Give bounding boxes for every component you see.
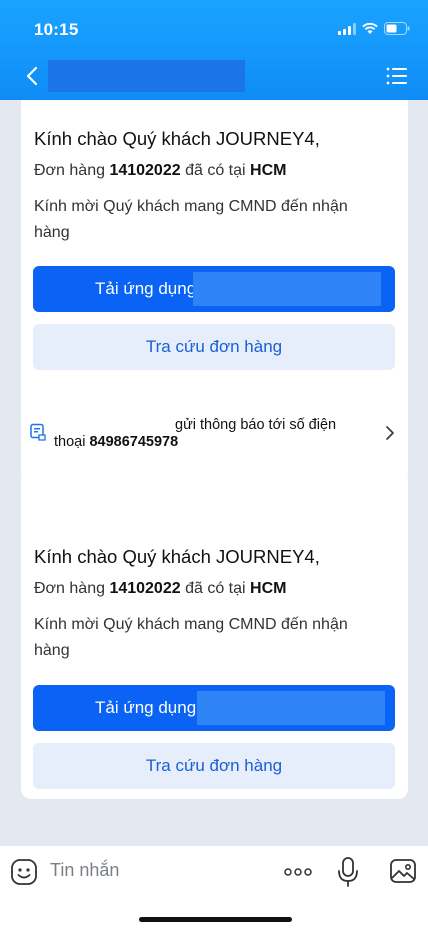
signal-icon xyxy=(338,22,356,35)
notice-text-line1: gửi thông báo tới số điện xyxy=(175,417,337,433)
message-composer: Tin nhắn xyxy=(0,846,428,933)
menu-button[interactable] xyxy=(386,66,408,86)
status-icons xyxy=(338,22,410,35)
message-card: Kính chào Quý khách JOURNEY4, Đơn hàng 1… xyxy=(21,468,408,799)
download-app-button[interactable]: Tải ứng dụng xyxy=(33,266,395,312)
notification-notice[interactable]: gửi thông báo tới số điện thoại 84986745… xyxy=(21,408,408,458)
chevron-left-icon xyxy=(26,66,38,86)
redacted-conversation-title xyxy=(48,60,245,92)
download-app-button[interactable]: Tải ứng dụng xyxy=(33,685,395,731)
back-button[interactable] xyxy=(20,62,44,90)
download-app-label: Tải ứng dụng xyxy=(95,698,197,717)
image-picker-icon[interactable] xyxy=(389,857,417,885)
emoji-icon[interactable] xyxy=(10,858,38,886)
notice-document-icon xyxy=(30,423,46,441)
message-input[interactable]: Tin nhắn xyxy=(50,860,119,881)
redacted-app-name xyxy=(193,272,381,306)
redacted-app-name xyxy=(197,691,385,725)
home-indicator xyxy=(139,917,292,922)
notice-text-line2: thoại 84986745978 xyxy=(54,434,179,450)
track-order-button[interactable]: Tra cứu đơn hàng xyxy=(33,743,395,789)
invite-text: Kính mời Quý khách mang CMND đến nhận hà… xyxy=(34,616,348,659)
status-time: 10:15 xyxy=(34,20,79,39)
message-list[interactable]: Kính chào Quý khách JOURNEY4, Đơn hàng 1… xyxy=(0,100,428,846)
greeting-text: Kính chào Quý khách JOURNEY4, xyxy=(34,128,320,149)
wifi-icon xyxy=(362,22,378,35)
download-app-label: Tải ứng dụng xyxy=(95,279,197,298)
invite-text: Kính mời Quý khách mang CMND đến nhận hà… xyxy=(34,198,348,241)
list-menu-icon xyxy=(386,67,407,85)
more-options-icon[interactable] xyxy=(282,864,314,880)
track-order-button[interactable]: Tra cứu đơn hàng xyxy=(33,324,395,370)
order-status-text: Đơn hàng 14102022 đã có tại HCM xyxy=(34,162,287,179)
greeting-text: Kính chào Quý khách JOURNEY4, xyxy=(34,546,320,567)
battery-icon xyxy=(384,22,410,35)
app-header: 10:15 xyxy=(0,0,428,100)
microphone-icon[interactable] xyxy=(337,856,359,888)
order-status-text: Đơn hàng 14102022 đã có tại HCM xyxy=(34,580,287,597)
chevron-right-icon xyxy=(386,426,394,440)
